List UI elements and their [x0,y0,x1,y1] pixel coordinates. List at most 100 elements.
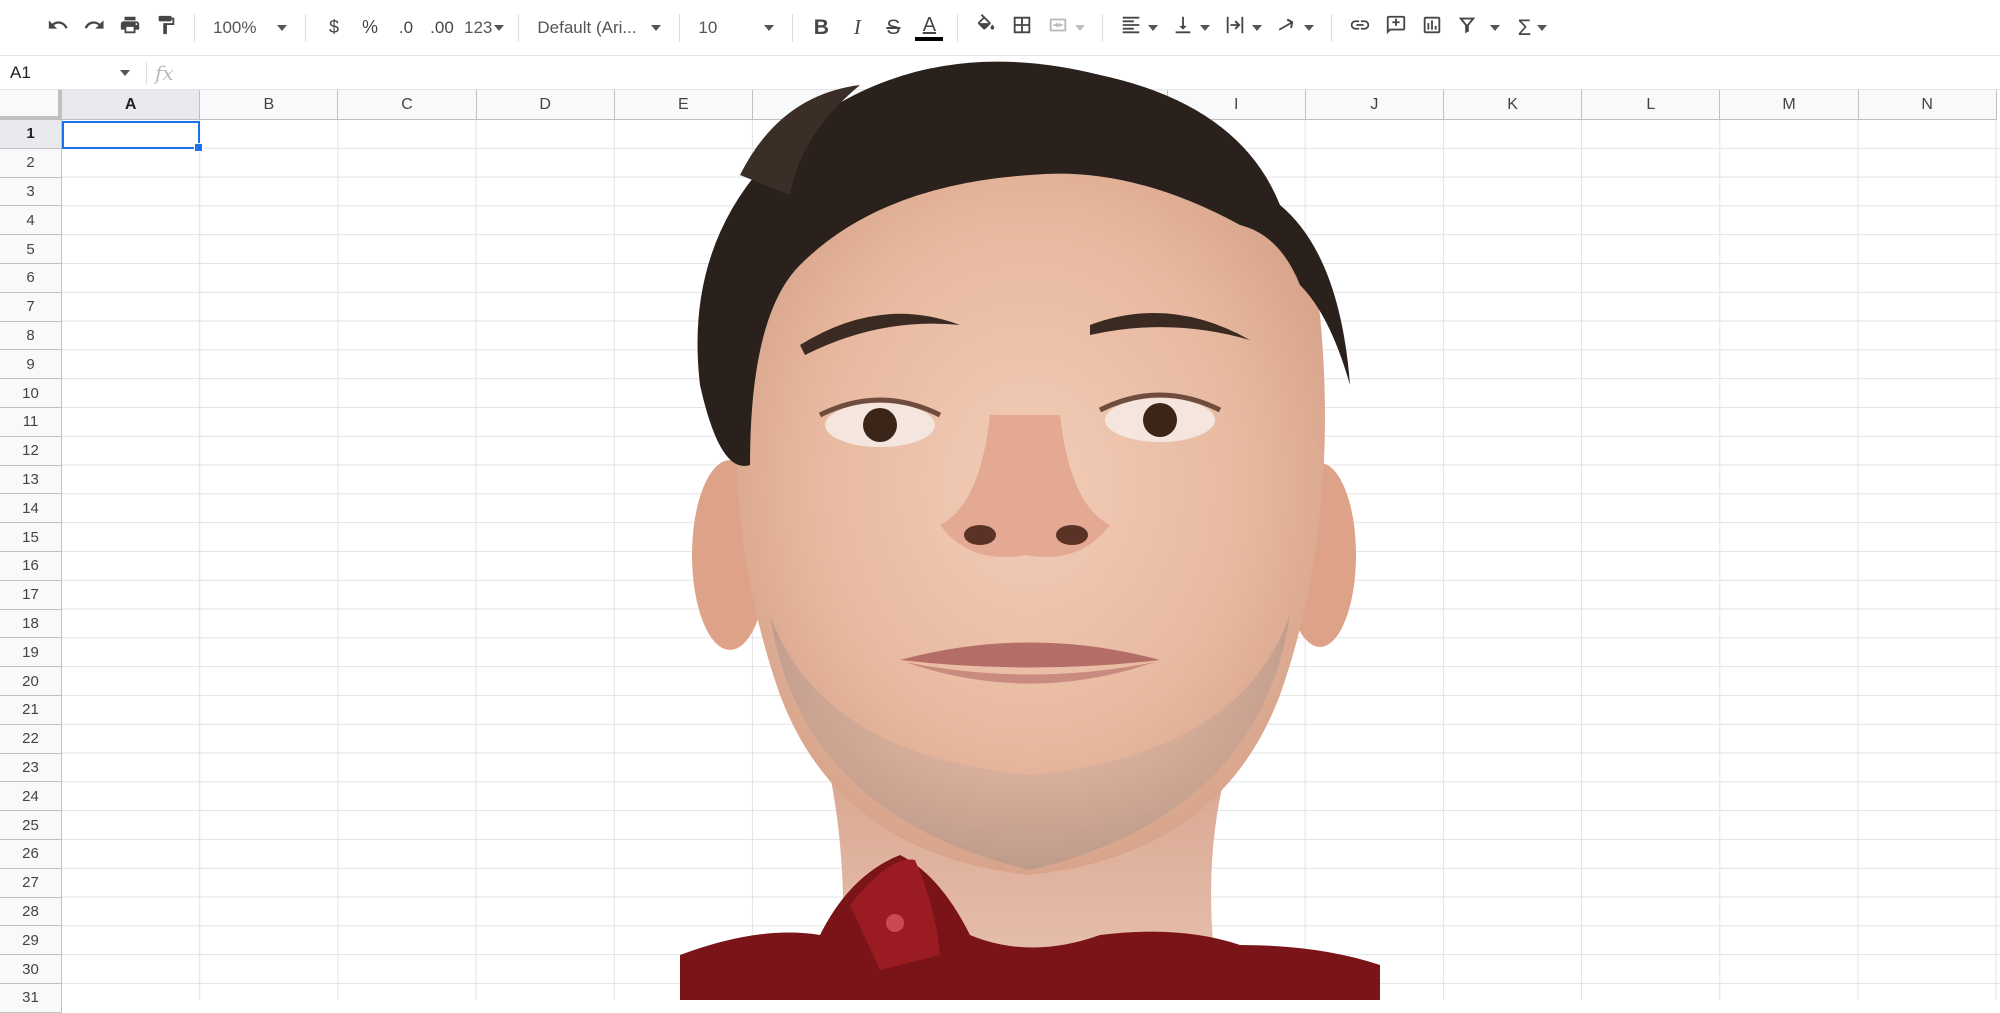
zoom-select[interactable]: 100% [205,10,295,46]
row-header[interactable]: 20 [0,667,62,696]
row-header[interactable]: 28 [0,897,62,927]
toolbar-divider [679,13,681,42]
italic-button[interactable]: I [839,10,875,46]
column-header[interactable]: N [1858,90,1997,120]
row-header[interactable]: 22 [0,724,62,754]
chevron-down-icon [1490,24,1501,31]
row-header[interactable]: 14 [0,494,62,524]
insert-chart-button[interactable] [1414,10,1450,46]
column-header[interactable]: M [1720,90,1859,120]
row-header[interactable]: 10 [0,379,62,408]
right-nostril-shape [1056,525,1088,545]
cell-reference: A1 [10,62,31,82]
font-family-select[interactable]: Default (Ari... [529,10,669,46]
chevron-down-icon [1200,24,1211,31]
toolbar-divider [1102,13,1104,42]
selected-cell[interactable] [62,121,203,152]
bold-icon: B [813,15,829,39]
row-header[interactable]: 31 [0,984,62,1013]
chevron-down-icon [1537,24,1548,31]
format-percent-button[interactable]: % [352,10,388,46]
row-header[interactable]: 30 [0,955,62,984]
column-header[interactable]: L [1582,90,1721,120]
text-wrapping-button[interactable] [1217,10,1269,46]
pasted-portrait-image[interactable] [680,55,1380,1000]
horizontal-align-button[interactable] [1113,10,1165,46]
row-header[interactable]: 25 [0,811,62,840]
strikethrough-icon: S [886,15,901,39]
row-header[interactable]: 13 [0,465,62,495]
increase-decimals-icon: .00 [430,17,454,37]
column-header[interactable]: D [476,90,615,120]
insert-link-button[interactable] [1342,10,1378,46]
row-header[interactable]: 18 [0,609,62,639]
left-iris-shape [863,408,897,442]
functions-button[interactable]: Σ [1506,10,1558,46]
redo-button[interactable] [76,10,112,46]
row-header[interactable]: 23 [0,753,62,783]
insert-comment-button[interactable] [1378,10,1414,46]
font-family-value: Default (Ari... [537,17,637,37]
chevron-down-icon [1304,24,1315,31]
row-header[interactable]: 1 [0,120,62,149]
chevron-down-icon [1252,24,1263,31]
chevron-down-icon [277,24,287,31]
row-header[interactable]: 3 [0,177,62,207]
row-header[interactable]: 15 [0,523,62,552]
paint-format-button[interactable] [148,10,184,46]
row-header[interactable]: 27 [0,868,62,898]
row-header[interactable]: 24 [0,782,62,812]
row-header[interactable]: 21 [0,696,62,725]
fill-handle[interactable] [194,143,203,152]
increase-decimals-button[interactable]: .00 [424,10,460,46]
row-header[interactable]: 6 [0,264,62,293]
name-box[interactable]: A1 [0,56,140,89]
column-header[interactable]: C [338,90,477,120]
chevron-down-icon [764,24,775,31]
italic-icon: I [853,15,861,39]
decrease-decimals-button[interactable]: .0 [388,10,424,46]
row-header[interactable]: 8 [0,321,62,351]
borders-button[interactable] [1004,10,1040,46]
text-rotation-button[interactable] [1269,10,1321,46]
redo-icon [83,14,105,41]
row-header[interactable]: 12 [0,436,62,466]
row-header[interactable]: 11 [0,408,62,437]
format-currency-button[interactable]: $ [316,10,352,46]
print-icon [119,14,141,41]
row-header[interactable]: 17 [0,580,62,610]
row-header[interactable]: 29 [0,926,62,956]
row-header[interactable]: 7 [0,292,62,322]
decrease-decimals-icon: .0 [398,17,414,37]
column-header[interactable]: K [1444,90,1583,120]
row-header[interactable]: 2 [0,148,62,178]
bold-button[interactable]: B [803,10,839,46]
font-size-select[interactable]: 10 [690,10,782,46]
vertical-align-button[interactable] [1165,10,1217,46]
align-bottom-icon [1172,14,1194,41]
filter-button[interactable] [1450,10,1506,46]
toolbar-divider [194,13,195,42]
merge-cells-icon [1047,14,1069,41]
toolbar-divider [518,13,520,42]
print-button[interactable] [112,10,148,46]
column-header[interactable]: A [62,90,201,120]
borders-icon [1011,14,1033,41]
fill-color-button[interactable] [968,10,1004,46]
row-header[interactable]: 5 [0,235,62,264]
row-header[interactable]: 19 [0,638,62,668]
merge-cells-button[interactable] [1040,10,1092,46]
row-header[interactable]: 9 [0,350,62,380]
strikethrough-button[interactable]: S [875,10,911,46]
fx-icon: fx [155,60,174,85]
text-color-button[interactable]: A [911,10,947,46]
paint-format-icon [155,14,177,41]
column-header[interactable]: B [200,90,339,120]
select-all-corner[interactable] [0,90,62,120]
undo-button[interactable] [40,10,76,46]
row-header[interactable]: 4 [0,206,62,236]
row-header[interactable]: 26 [0,840,62,869]
more-formats-select[interactable]: 123 [460,10,508,46]
toolbar: 100% $ % .0 .00 123 Default (Ari... 10 B… [0,0,2000,56]
row-header[interactable]: 16 [0,552,62,581]
